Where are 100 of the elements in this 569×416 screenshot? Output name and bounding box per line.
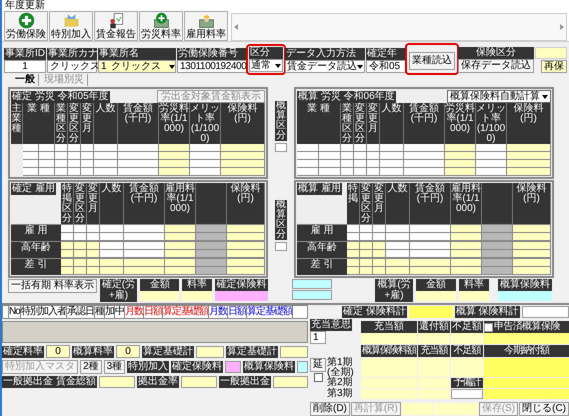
table-cell[interactable]: [445, 152, 476, 160]
table-cell[interactable]: [124, 267, 165, 275]
estimate-field[interactable]: [292, 290, 332, 300]
table-cell[interactable]: [159, 168, 190, 176]
table-cell[interactable]: [61, 233, 74, 241]
table-cell[interactable]: [373, 225, 386, 233]
table-cell[interactable]: [39, 152, 55, 160]
table-cell[interactable]: [190, 144, 221, 152]
table-cell[interactable]: [451, 358, 483, 377]
table-cell[interactable]: [68, 144, 81, 152]
estimate-field[interactable]: [292, 279, 332, 289]
rate-field[interactable]: 0: [46, 345, 70, 358]
table-cell[interactable]: [165, 233, 196, 241]
table-cell[interactable]: [87, 259, 100, 267]
table-cell[interactable]: [61, 242, 74, 250]
table-cell[interactable]: [159, 160, 190, 168]
table-cell[interactable]: [373, 242, 386, 250]
table-cell[interactable]: [451, 259, 482, 267]
table-cell[interactable]: [297, 144, 319, 152]
table-cell[interactable]: [196, 242, 227, 250]
table-cell[interactable]: [159, 152, 190, 160]
table-cell[interactable]: [476, 168, 507, 176]
table-cell[interactable]: [386, 242, 410, 250]
table-cell[interactable]: [410, 225, 451, 233]
premium-field[interactable]: [297, 361, 308, 373]
rate-field[interactable]: [459, 291, 489, 301]
table-cell[interactable]: [380, 160, 404, 168]
table-cell[interactable]: [367, 152, 380, 160]
calc-dropdown[interactable]: 概算保険料自動計算: [447, 90, 551, 103]
table-cell[interactable]: [94, 168, 118, 176]
table-cell[interactable]: [74, 233, 87, 241]
toolbar-button[interactable]: 賃金報告: [94, 11, 138, 41]
checkbox[interactable]: [484, 322, 493, 332]
table-cell[interactable]: [221, 152, 265, 160]
table-cell[interactable]: [81, 168, 94, 176]
office-kana-field[interactable]: クリックス: [47, 60, 97, 73]
side-field[interactable]: [275, 242, 287, 251]
table-cell[interactable]: [87, 233, 100, 241]
table-cell[interactable]: [341, 152, 354, 160]
table-cell[interactable]: [196, 267, 227, 275]
table-cell[interactable]: [227, 225, 265, 233]
type-button[interactable]: 3種: [104, 360, 126, 374]
table-cell[interactable]: [507, 160, 551, 168]
table-cell[interactable]: [221, 160, 265, 168]
footer-button[interactable]: 削除(D): [310, 402, 350, 416]
table-cell[interactable]: [373, 267, 386, 275]
table-cell[interactable]: [227, 267, 265, 275]
table-cell[interactable]: [165, 225, 196, 233]
table-cell[interactable]: [61, 250, 74, 258]
table-cell[interactable]: [484, 358, 569, 377]
table-cell[interactable]: [513, 250, 551, 258]
load-industry-button[interactable]: 業種読込: [409, 52, 455, 70]
table-cell[interactable]: [380, 144, 404, 152]
table-cell[interactable]: [482, 250, 513, 258]
table-cell[interactable]: [319, 168, 341, 176]
table-cell[interactable]: [100, 267, 124, 275]
table-cell[interactable]: [319, 152, 341, 160]
table-cell[interactable]: [118, 168, 159, 176]
table-cell[interactable]: [61, 225, 74, 233]
table-cell[interactable]: [61, 259, 74, 267]
table-cell[interactable]: [451, 242, 482, 250]
table-cell[interactable]: [118, 144, 159, 152]
table-cell[interactable]: [418, 389, 450, 399]
table-cell[interactable]: [68, 152, 81, 160]
table-cell[interactable]: [445, 144, 476, 152]
wage-total-field[interactable]: [98, 376, 135, 388]
table-cell[interactable]: [513, 225, 551, 233]
value-field[interactable]: [535, 47, 567, 59]
table-cell[interactable]: [165, 250, 196, 258]
table-cell[interactable]: [451, 225, 482, 233]
table-cell[interactable]: [361, 378, 417, 388]
contribution-field[interactable]: [272, 376, 308, 388]
table-cell[interactable]: [297, 168, 319, 176]
load-saved-button[interactable]: 保存データ読込: [458, 59, 534, 73]
premium-field[interactable]: [214, 291, 268, 301]
table-cell[interactable]: [341, 144, 354, 152]
table-cell[interactable]: [507, 152, 551, 160]
table-cell[interactable]: [418, 378, 450, 388]
table-cell[interactable]: [386, 259, 410, 267]
table-cell[interactable]: [118, 160, 159, 168]
value-field[interactable]: [402, 403, 432, 415]
table-cell[interactable]: [476, 152, 507, 160]
table-cell[interactable]: [404, 160, 445, 168]
table-cell[interactable]: [100, 250, 124, 258]
table-cell[interactable]: [484, 333, 569, 344]
table-cell[interactable]: [513, 233, 551, 241]
save-type-field[interactable]: 再保: [541, 60, 567, 73]
table-cell[interactable]: [386, 250, 410, 258]
table-cell[interactable]: [354, 160, 367, 168]
table-cell[interactable]: [165, 259, 196, 267]
table-cell[interactable]: [124, 250, 165, 258]
table-cell[interactable]: [227, 259, 265, 267]
table-cell[interactable]: [360, 233, 373, 241]
table-cell[interactable]: [360, 225, 373, 233]
table-cell[interactable]: [196, 225, 227, 233]
base-total-field[interactable]: [196, 346, 224, 358]
table-cell[interactable]: [74, 267, 87, 275]
table-cell[interactable]: [55, 152, 68, 160]
table-cell[interactable]: [386, 233, 410, 241]
table-cell[interactable]: [513, 267, 551, 275]
